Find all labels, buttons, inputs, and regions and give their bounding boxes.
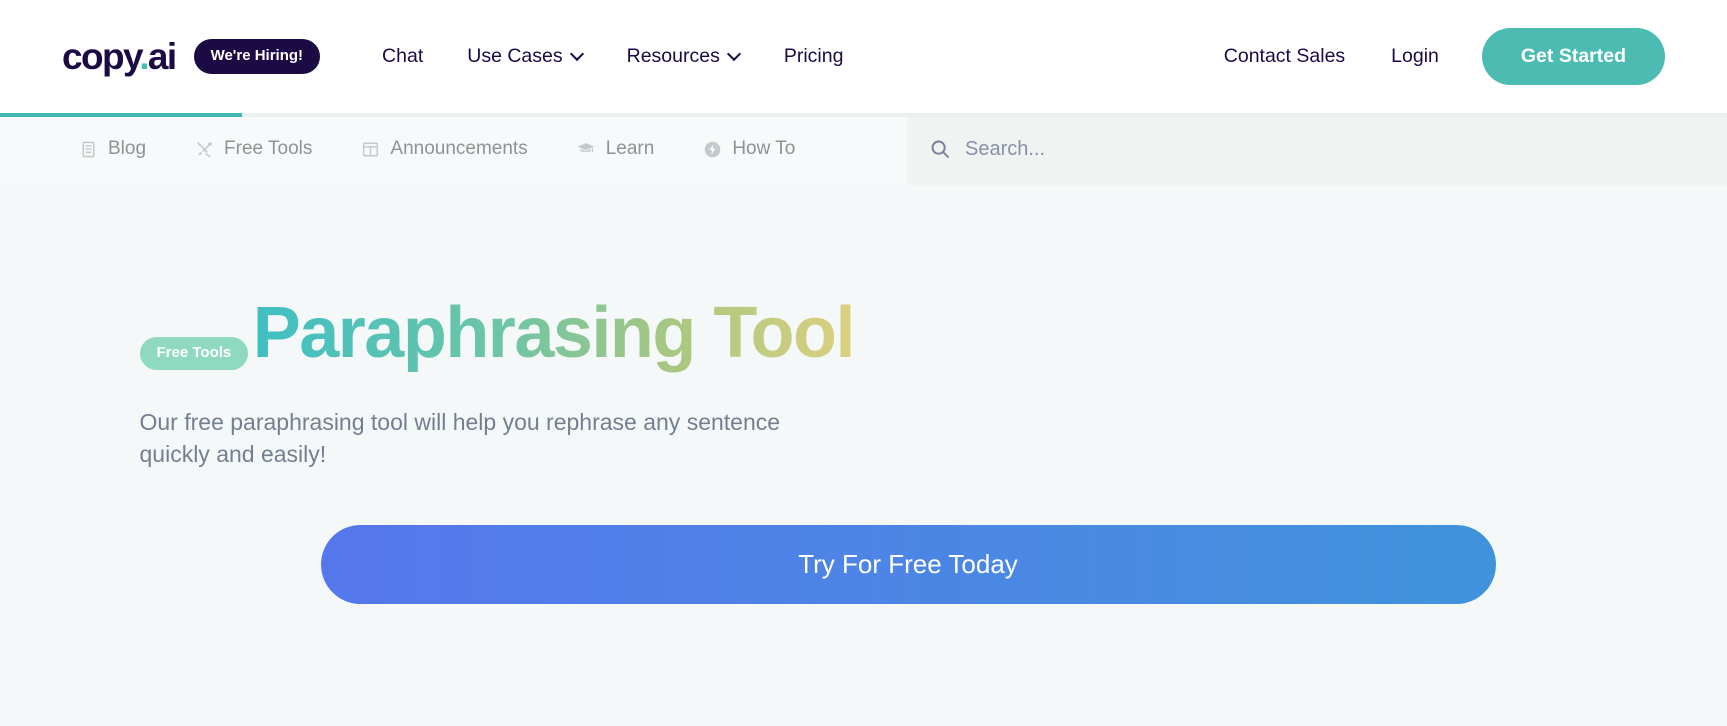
hero-section: Free Tools Paraphrasing Tool Our free pa… bbox=[0, 185, 1727, 726]
subnav-item-label: Announcements bbox=[390, 138, 528, 159]
tools-icon bbox=[194, 139, 214, 159]
subnav-item-label: Blog bbox=[108, 138, 147, 159]
bolt-circle-icon bbox=[702, 139, 722, 159]
nav-item-use-cases[interactable]: Use Cases bbox=[445, 37, 604, 76]
nav-item-label: Chat bbox=[382, 45, 424, 67]
nav-item-chat[interactable]: Chat bbox=[360, 37, 445, 76]
nav-item-pricing[interactable]: Pricing bbox=[762, 37, 866, 76]
scroll-progress-bar bbox=[0, 113, 242, 117]
login-link[interactable]: Login bbox=[1368, 37, 1462, 76]
header-actions: Contact Sales Login Get Started bbox=[1201, 28, 1665, 85]
subnav-item-blog[interactable]: Blog bbox=[78, 132, 172, 166]
subnav-item-label: Learn bbox=[605, 138, 655, 159]
book-icon bbox=[78, 139, 98, 159]
nav-item-resources[interactable]: Resources bbox=[605, 37, 762, 76]
hero-inner: Free Tools Paraphrasing Tool Our free pa… bbox=[139, 260, 1588, 605]
page-title: Paraphrasing Tool bbox=[252, 293, 856, 373]
layout-icon bbox=[360, 139, 380, 159]
subnav-item-free-tools[interactable]: Free Tools bbox=[194, 132, 338, 166]
nav-item-label: Pricing bbox=[783, 45, 844, 67]
primary-navigation: Chat Use Cases Resources Pricing bbox=[360, 37, 865, 76]
chevron-down-icon bbox=[572, 49, 583, 60]
logo-suffix: ai bbox=[147, 36, 177, 77]
nav-item-label: Resources bbox=[626, 45, 720, 67]
subnav-item-announcements[interactable]: Announcements bbox=[360, 132, 553, 166]
page-subtitle: Our free paraphrasing tool will help you… bbox=[139, 409, 781, 467]
were-hiring-badge[interactable]: We're Hiring! bbox=[193, 39, 321, 74]
graduation-cap-icon bbox=[576, 139, 596, 159]
subnav-item-label: Free Tools bbox=[224, 138, 313, 159]
subnav-top-divider bbox=[0, 113, 1727, 117]
site-header: copy.ai We're Hiring! Chat Use Cases Res… bbox=[0, 0, 1727, 113]
subnav-item-how-to[interactable]: How To bbox=[702, 132, 821, 166]
brand-group: copy.ai We're Hiring! bbox=[62, 36, 321, 77]
subnav-items: Blog Free Tools Announcements Learn How … bbox=[0, 113, 907, 185]
subnav-item-learn[interactable]: Learn bbox=[576, 132, 681, 166]
blog-subnav: Blog Free Tools Announcements Learn How … bbox=[0, 113, 1727, 185]
hero-cta-row: Try For Free Today bbox=[140, 525, 1588, 605]
search-bar[interactable] bbox=[907, 113, 1727, 185]
contact-sales-link[interactable]: Contact Sales bbox=[1201, 37, 1368, 76]
search-icon bbox=[929, 138, 951, 160]
search-input[interactable] bbox=[965, 137, 1700, 161]
logo-text: copy bbox=[62, 36, 141, 77]
logo-dot: . bbox=[139, 36, 149, 77]
category-badge-free-tools[interactable]: Free Tools bbox=[139, 337, 249, 370]
subnav-item-label: How To bbox=[732, 138, 796, 159]
get-started-button[interactable]: Get Started bbox=[1481, 28, 1665, 85]
copy-ai-logo[interactable]: copy.ai bbox=[62, 36, 177, 77]
try-for-free-today-button[interactable]: Try For Free Today bbox=[320, 525, 1496, 605]
chevron-down-icon bbox=[729, 49, 740, 60]
nav-item-label: Use Cases bbox=[467, 45, 563, 67]
